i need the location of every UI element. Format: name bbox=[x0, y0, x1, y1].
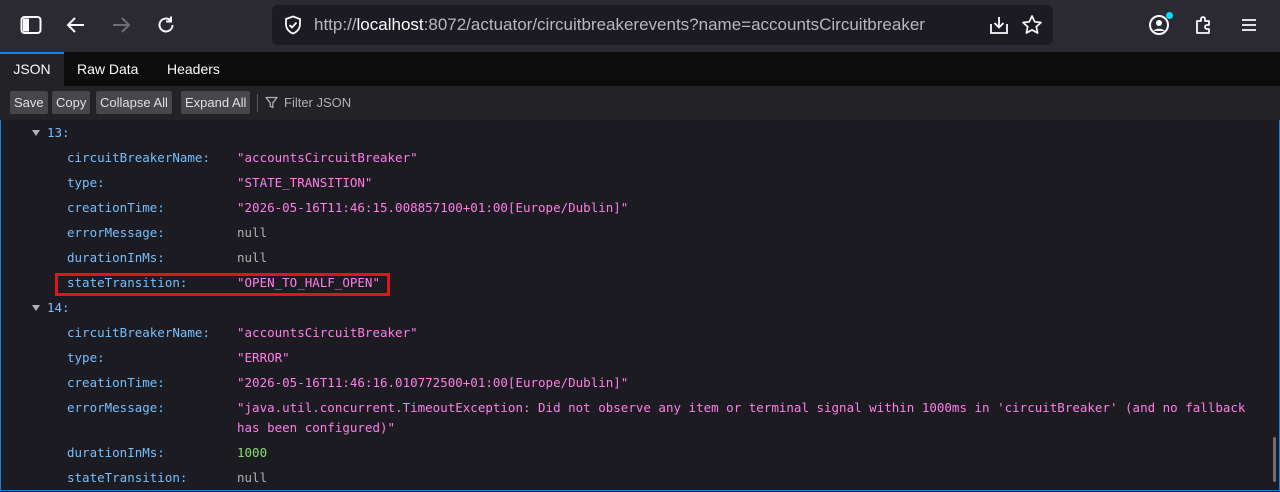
field-key: stateTransition: bbox=[67, 470, 188, 485]
viewer-tabs: JSON Raw Data Headers bbox=[0, 52, 1280, 86]
save-page-icon[interactable] bbox=[988, 15, 1010, 40]
shield-icon[interactable] bbox=[284, 15, 302, 40]
json-toolbar: Save Copy Collapse All Expand All Filter… bbox=[0, 86, 1280, 121]
field-value: "STATE_TRANSITION" bbox=[237, 175, 373, 190]
field-key: creationTime: bbox=[67, 375, 165, 390]
field-key: durationInMs: bbox=[67, 250, 165, 265]
collapse-all-button[interactable]: Collapse All bbox=[96, 91, 172, 114]
field-value: "ERROR" bbox=[237, 350, 290, 365]
extensions-puzzle-icon[interactable] bbox=[1187, 8, 1221, 42]
tab-raw-data[interactable]: Raw Data bbox=[67, 52, 148, 86]
filter-icon bbox=[265, 96, 278, 114]
json-tree: 13: circuitBreakerName: "accountsCircuit… bbox=[0, 120, 1280, 491]
save-button[interactable]: Save bbox=[10, 91, 48, 114]
menu-hamburger-icon[interactable] bbox=[1232, 8, 1266, 42]
url-path: :8072/actuator/circuitbreakerevents?name… bbox=[423, 15, 925, 34]
url-text[interactable]: http://localhost:8072/actuator/circuitbr… bbox=[314, 5, 925, 45]
field-value: "2026-05-16T11:46:15.008857100+01:00[Eur… bbox=[237, 200, 629, 215]
field-value-wrap: has been configured)" bbox=[237, 420, 396, 435]
field-value: 1000 bbox=[237, 445, 268, 460]
bookmark-star-icon[interactable] bbox=[1021, 14, 1043, 41]
highlight-box bbox=[55, 273, 390, 296]
back-arrow-icon[interactable] bbox=[59, 8, 93, 42]
node-index: 14: bbox=[47, 300, 70, 315]
field-value: "accountsCircuitBreaker" bbox=[237, 325, 418, 340]
field-key: circuitBreakerName: bbox=[67, 150, 210, 165]
field-value: "java.util.concurrent.TimeoutException: … bbox=[237, 400, 1246, 415]
url-prefix: http:// bbox=[314, 15, 357, 34]
forward-arrow-icon[interactable] bbox=[104, 8, 138, 42]
field-value: null bbox=[237, 225, 268, 240]
field-value: null bbox=[237, 470, 268, 485]
field-key: type: bbox=[67, 350, 105, 365]
field-value: "accountsCircuitBreaker" bbox=[237, 150, 418, 165]
field-key: creationTime: bbox=[67, 200, 165, 215]
copy-button[interactable]: Copy bbox=[52, 91, 91, 114]
toolbar-divider bbox=[257, 94, 258, 112]
tree-node-13[interactable]: 13: bbox=[1, 122, 1279, 144]
sidebar-toggle-icon[interactable] bbox=[14, 8, 48, 42]
field-key: circuitBreakerName: bbox=[67, 325, 210, 340]
field-key: type: bbox=[67, 175, 105, 190]
tree-node-14[interactable]: 14: bbox=[1, 297, 1279, 319]
browser-toolbar: http://localhost:8072/actuator/circuitbr… bbox=[0, 0, 1280, 52]
node-index: 13: bbox=[47, 125, 70, 140]
tab-json[interactable]: JSON bbox=[0, 52, 64, 86]
expand-all-button[interactable]: Expand All bbox=[181, 91, 251, 114]
field-key: errorMessage: bbox=[67, 400, 165, 415]
expand-twisty-icon[interactable] bbox=[32, 305, 40, 311]
field-value: "2026-05-16T11:46:16.010772500+01:00[Eur… bbox=[237, 375, 629, 390]
field-value: null bbox=[237, 250, 268, 265]
account-notification-dot bbox=[1166, 12, 1173, 19]
filter-json-input[interactable]: Filter JSON bbox=[284, 91, 351, 114]
expand-twisty-icon[interactable] bbox=[32, 130, 40, 136]
reload-icon[interactable] bbox=[149, 8, 183, 42]
field-key: durationInMs: bbox=[67, 445, 165, 460]
field-key: errorMessage: bbox=[67, 225, 165, 240]
scrollbar-thumb[interactable] bbox=[1273, 437, 1276, 482]
url-host: localhost bbox=[356, 15, 424, 34]
tab-headers[interactable]: Headers bbox=[157, 52, 230, 86]
address-bar[interactable]: http://localhost:8072/actuator/circuitbr… bbox=[272, 5, 1053, 45]
